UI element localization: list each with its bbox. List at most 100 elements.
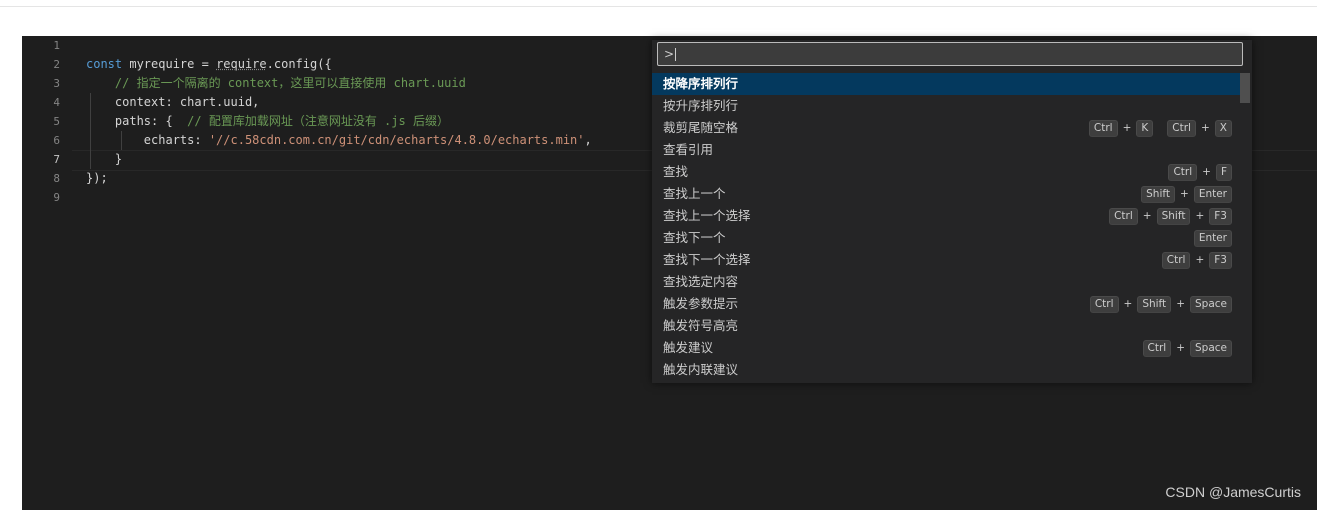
line-number: 7 xyxy=(53,153,60,166)
key-cap: F3 xyxy=(1209,251,1232,269)
keybinding: Ctrl + Shift + Space xyxy=(1089,293,1232,315)
code-line[interactable]: echarts: '//c.58cdn.com.cn/git/cdn/echar… xyxy=(86,131,592,150)
keybinding: Ctrl + Shift + F3 xyxy=(1109,205,1232,227)
code-token: }); xyxy=(86,171,108,185)
code-token: paths: { xyxy=(86,114,188,128)
command-item[interactable]: 裁剪尾随空格 Ctrl + K Ctrl + X xyxy=(652,117,1240,139)
keybinding: Ctrl + Space xyxy=(1142,337,1232,359)
command-label: 查找选定内容 xyxy=(663,274,739,289)
key-cap: Ctrl xyxy=(1088,119,1118,137)
key-plus: + xyxy=(1123,298,1133,310)
command-label: 查找上一个 xyxy=(663,186,726,201)
command-label: 触发参数提示 xyxy=(663,296,739,311)
keybinding: Ctrl + F3 xyxy=(1161,249,1232,271)
command-item[interactable]: 触发参数提示 Ctrl + Shift + Space xyxy=(652,293,1240,315)
command-item[interactable]: 查找上一个选择 Ctrl + Shift + F3 xyxy=(652,205,1240,227)
command-label: 按降序排列行 xyxy=(663,76,739,91)
line-number: 3 xyxy=(53,77,60,90)
top-divider xyxy=(0,0,1317,7)
command-item[interactable]: 触发建议 Ctrl + Space xyxy=(652,337,1240,359)
key-plus: + xyxy=(1200,122,1210,134)
keybinding: Shift + Enter xyxy=(1141,183,1232,205)
line-number: 8 xyxy=(53,172,60,185)
line-number: 4 xyxy=(53,96,60,109)
code-token: // 配置库加载网址（注意网址没有 .js 后缀） xyxy=(187,114,449,128)
code-token: require xyxy=(216,57,267,71)
line-number: 9 xyxy=(53,191,60,204)
command-label: 触发符号高亮 xyxy=(663,318,739,333)
command-label: 触发建议 xyxy=(663,340,714,355)
command-item[interactable]: 查找下一个 Enter xyxy=(652,227,1240,249)
code-token: } xyxy=(86,152,123,166)
code-line[interactable]: } xyxy=(86,150,122,169)
key-cap: Enter xyxy=(1193,229,1232,247)
keybinding: Ctrl + K Ctrl + X xyxy=(1088,117,1232,139)
key-cap: Ctrl xyxy=(1168,163,1198,181)
line-number: 1 xyxy=(53,39,60,52)
line-number: 5 xyxy=(53,115,60,128)
command-item[interactable]: 查找 Ctrl + F xyxy=(652,161,1240,183)
command-label: 裁剪尾随空格 xyxy=(663,120,739,135)
key-cap: Shift xyxy=(1156,207,1191,225)
command-item[interactable]: 查找上一个 Shift + Enter xyxy=(652,183,1240,205)
code-line[interactable]: }); xyxy=(86,169,108,188)
code-line[interactable]: context: chart.uuid, xyxy=(86,93,260,112)
command-item[interactable]: 触发符号高亮 xyxy=(652,315,1240,337)
command-label: 查看引用 xyxy=(663,142,714,157)
key-plus: + xyxy=(1195,254,1205,266)
code-token: myrequire = xyxy=(129,57,217,71)
key-cap: F xyxy=(1215,163,1232,181)
key-plus: + xyxy=(1142,210,1152,222)
command-list: 按降序排列行 按升序排列行 裁剪尾随空格 Ctrl + K Ctrl + X 查看引用查找 Ctrl… xyxy=(652,73,1252,381)
line-number-gutter: 1 2 3 4 5 6 7 8 9 xyxy=(22,36,72,510)
line-number: 6 xyxy=(53,134,60,147)
code-token: .config({ xyxy=(266,57,332,71)
key-cap: X xyxy=(1214,119,1232,137)
command-label: 查找上一个选择 xyxy=(663,208,751,223)
command-label: 查找下一个 xyxy=(663,230,726,245)
key-plus: + xyxy=(1202,166,1211,178)
key-cap: Ctrl xyxy=(1089,295,1119,313)
code-token: context: chart.uuid, xyxy=(86,95,260,109)
keybinding: Enter xyxy=(1193,227,1232,249)
key-cap: Ctrl xyxy=(1161,251,1191,269)
command-input[interactable]: > xyxy=(657,42,1243,66)
key-cap: K xyxy=(1136,119,1154,137)
text-caret xyxy=(675,48,677,61)
command-palette: > 按降序排列行 按升序排列行 裁剪尾随空格 Ctrl + K Ctrl + X 查看引用查找 Ct… xyxy=(652,40,1252,383)
key-plus: + xyxy=(1122,122,1132,134)
key-plus: + xyxy=(1176,298,1185,310)
command-item[interactable]: 按降序排列行 xyxy=(652,73,1240,95)
key-cap: Enter xyxy=(1193,185,1232,203)
code-line[interactable]: paths: { // 配置库加载网址（注意网址没有 .js 后缀） xyxy=(86,112,449,131)
code-line[interactable]: const myrequire = require.config({ xyxy=(86,55,332,74)
watermark: CSDN @JamesCurtis xyxy=(1165,484,1301,500)
key-cap: Ctrl xyxy=(1109,207,1138,225)
command-item[interactable]: 查找下一个选择 Ctrl + F3 xyxy=(652,249,1240,271)
key-plus: + xyxy=(1180,188,1189,200)
keybinding: Ctrl + F xyxy=(1168,161,1232,183)
key-cap: F3 xyxy=(1209,207,1232,225)
key-plus: + xyxy=(1195,210,1205,222)
command-item[interactable]: 按升序排列行 xyxy=(652,95,1240,117)
code-line[interactable]: // 指定一个隔离的 context，这里可以直接使用 chart.uuid xyxy=(86,74,466,93)
line-number: 2 xyxy=(53,58,60,71)
command-item[interactable]: 查找选定内容 xyxy=(652,271,1240,293)
code-token: const xyxy=(86,57,130,71)
command-input-value: > xyxy=(664,47,675,61)
code-token: '//c.58cdn.com.cn/git/cdn/echarts/4.8.0/… xyxy=(208,133,585,147)
key-cap: Shift xyxy=(1137,295,1172,313)
command-item[interactable]: 查看引用 xyxy=(652,139,1240,161)
key-plus: + xyxy=(1176,342,1185,354)
command-list-scrollbar[interactable] xyxy=(1240,73,1250,103)
command-label: 触发内联建议 xyxy=(663,362,739,377)
command-label: 查找 xyxy=(663,164,689,179)
command-item[interactable]: 触发内联建议 xyxy=(652,359,1240,381)
key-cap: Ctrl xyxy=(1167,119,1196,137)
key-cap: Space xyxy=(1190,295,1232,313)
key-cap: Ctrl xyxy=(1142,339,1172,357)
code-token: , xyxy=(584,133,592,147)
command-label: 按升序排列行 xyxy=(663,98,739,113)
code-token: // 指定一个隔离的 context，这里可以直接使用 chart.uuid xyxy=(114,76,466,90)
